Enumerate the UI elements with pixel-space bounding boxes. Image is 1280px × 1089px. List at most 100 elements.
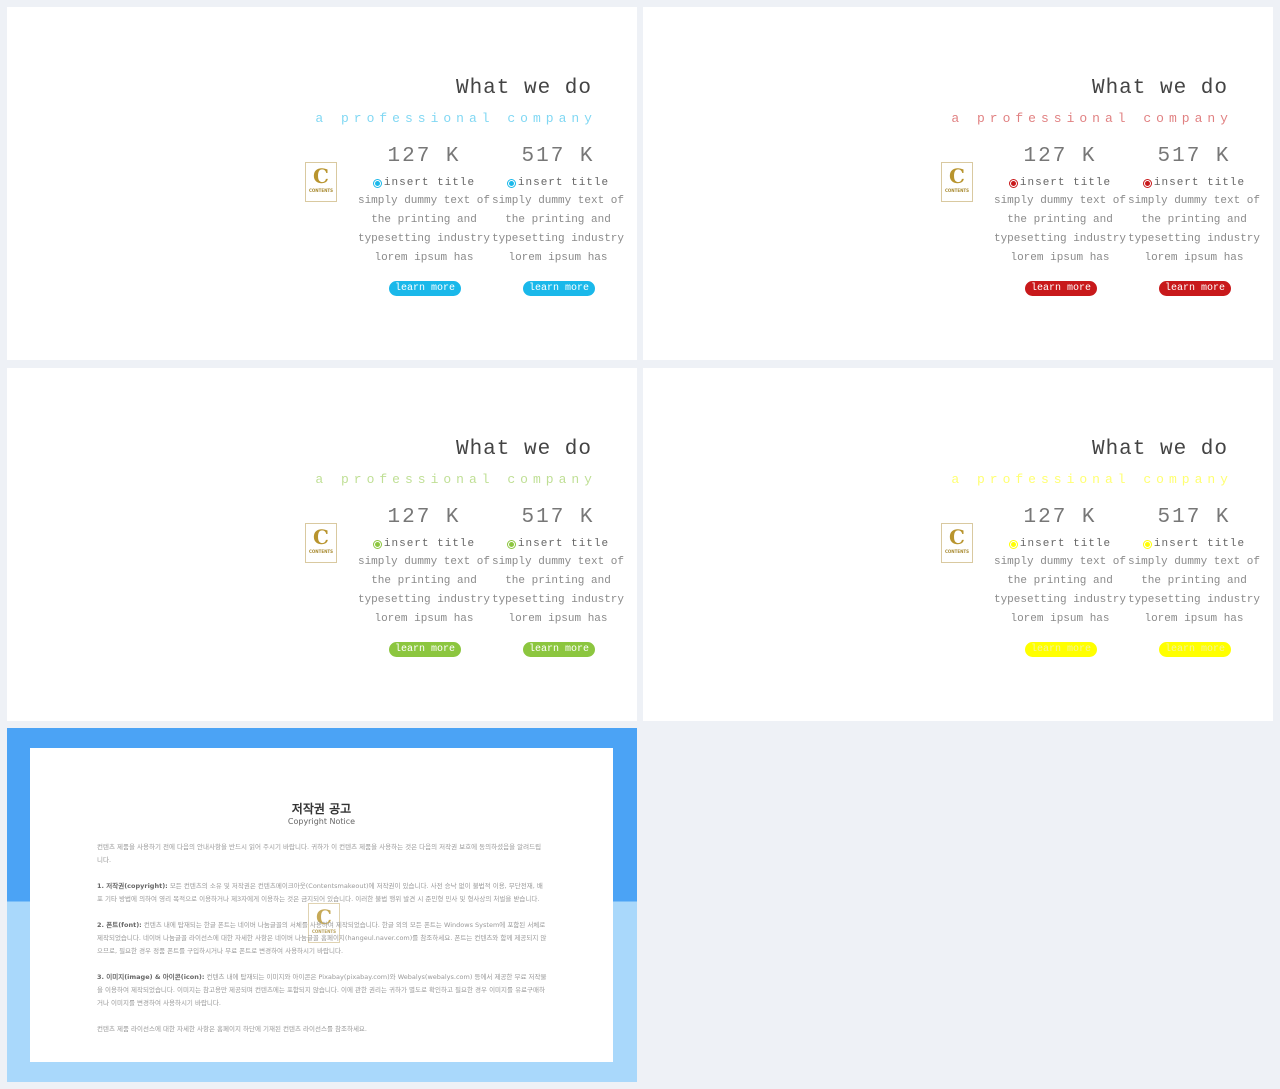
stat-title: insert title xyxy=(383,177,476,189)
plus-circle-icon xyxy=(1008,178,1018,188)
photo-bar xyxy=(183,600,190,616)
plus-circle-icon xyxy=(1142,178,1152,188)
photo-bar xyxy=(133,233,140,255)
photo-bar xyxy=(146,596,153,604)
stat-column: 517 K insert title simply dummy text of … xyxy=(1124,506,1264,657)
photo-bar xyxy=(769,233,776,255)
photo-bar xyxy=(183,239,190,255)
stat-column: 517 K insert title simply dummy text of … xyxy=(1124,145,1264,296)
contents-logo: C CONTENTS xyxy=(305,523,337,563)
photo-bar xyxy=(146,243,153,255)
photo-bar xyxy=(171,584,178,602)
wood-table xyxy=(40,406,320,696)
photo-bar xyxy=(196,571,203,596)
hand xyxy=(243,591,287,651)
slide-thumbnail[interactable]: C CONTENTS What we do a professional comp… xyxy=(643,7,1273,360)
photo-bar xyxy=(757,598,764,616)
stat-title: insert title xyxy=(383,538,476,550)
photo-bar xyxy=(832,596,839,616)
photo-bar xyxy=(732,205,739,235)
photo-bar xyxy=(857,233,864,243)
photo-bar xyxy=(158,191,165,213)
stat-value: 127 K xyxy=(1023,145,1097,168)
photo-bar xyxy=(133,213,140,233)
learn-more-button[interactable]: learn more xyxy=(1025,281,1097,296)
contents-logo: C CONTENTS xyxy=(941,162,973,202)
photo-bar xyxy=(757,187,764,237)
photo-bar xyxy=(83,217,90,225)
notice-text: 컨텐츠 제품을 사용하기 전에 다음의 안내사항을 반드시 읽어 주시기 바랍니… xyxy=(97,841,547,1049)
learn-more-button[interactable]: learn more xyxy=(389,281,461,296)
hand xyxy=(243,230,287,290)
stat-title: insert title xyxy=(1019,538,1112,550)
photo-bar xyxy=(108,582,115,602)
section-text: 컨텐츠 내에 탑재되는 한글 폰트는 네이버 나눔글꼴의 서체를 사용하여 제작… xyxy=(97,921,547,955)
photo-bar xyxy=(719,217,726,225)
photo-bar xyxy=(794,574,801,594)
stat-value: 127 K xyxy=(387,145,461,168)
slide-title: What we do xyxy=(455,77,592,100)
photo-bar xyxy=(807,183,814,223)
photo-bar xyxy=(732,541,739,566)
plus-circle-icon xyxy=(506,178,516,188)
contents-logo: C CONTENTS xyxy=(305,162,337,202)
learn-more-button[interactable]: learn more xyxy=(523,642,595,657)
learn-more-button[interactable]: learn more xyxy=(523,281,595,296)
logo-text: CONTENTS xyxy=(944,188,970,193)
report-paper xyxy=(68,538,233,696)
logo-text: CONTENTS xyxy=(944,549,970,554)
slide-thumbnail[interactable]: C CONTENTS What we do a professional comp… xyxy=(643,368,1273,721)
slide-thumbnail[interactable]: C CONTENTS What we do a professional comp… xyxy=(7,368,637,721)
learn-more-button[interactable]: learn more xyxy=(389,642,461,657)
photo-bar xyxy=(83,237,90,255)
photo-bar xyxy=(158,552,165,574)
wood-table xyxy=(40,45,320,335)
learn-more-button[interactable]: learn more xyxy=(1159,281,1231,296)
photo-bar xyxy=(719,598,726,616)
learn-more-button[interactable]: learn more xyxy=(1159,642,1231,657)
plus-circle-icon xyxy=(372,178,382,188)
photo-bar xyxy=(844,600,851,616)
stat-value: 517 K xyxy=(1157,506,1231,529)
photo-collage xyxy=(40,45,320,335)
photo-bar xyxy=(183,590,190,600)
photo-bar xyxy=(221,243,228,255)
learn-more-button[interactable]: learn more xyxy=(1025,642,1097,657)
photo-bar xyxy=(171,223,178,241)
photo-bar xyxy=(744,602,751,616)
photo-bar xyxy=(121,598,128,616)
photo-bar xyxy=(196,210,203,235)
photo-bar xyxy=(782,243,789,255)
slide-subtitle: a professional company xyxy=(315,111,597,126)
stat-body: simply dummy text of the printing and ty… xyxy=(1127,195,1261,264)
logo-text: CONTENTS xyxy=(308,188,334,193)
stat-title: insert title xyxy=(517,538,610,550)
photo-bar xyxy=(221,594,228,604)
stat-title: insert title xyxy=(1019,177,1112,189)
photo-bar xyxy=(121,533,128,548)
photo-bar xyxy=(183,575,190,590)
photo-bar xyxy=(807,544,814,584)
photo-bar xyxy=(769,213,776,233)
stat-body: simply dummy text of the printing and ty… xyxy=(357,556,491,625)
photo-bar xyxy=(769,556,776,574)
stat-body: simply dummy text of the printing and ty… xyxy=(993,195,1127,264)
section-head: 2. 폰트(font): xyxy=(97,921,142,929)
section-head: 1. 저작권(copyright): xyxy=(97,882,168,890)
photo-bar xyxy=(108,199,115,221)
photo-bar xyxy=(158,233,165,255)
photo-bar xyxy=(744,582,751,602)
copyright-notice-slide[interactable]: 저작권 공고 Copyright Notice C CONTENTS 컨텐츠 제품… xyxy=(7,728,637,1082)
photo-bar xyxy=(158,574,165,594)
stat-column: 517 K insert title simply dummy text of … xyxy=(488,506,628,657)
logo-letter: C xyxy=(949,525,965,549)
photo-bar xyxy=(794,191,801,213)
wood-table xyxy=(676,406,956,696)
photo-bar xyxy=(133,195,140,213)
photo-bar xyxy=(807,584,814,602)
photo-bar xyxy=(844,582,851,600)
photo-bar xyxy=(807,602,814,616)
photo-bar xyxy=(108,241,115,255)
photo-bar xyxy=(857,243,864,255)
slide-thumbnail[interactable]: C CONTENTS What we do a professional comp… xyxy=(7,7,637,360)
